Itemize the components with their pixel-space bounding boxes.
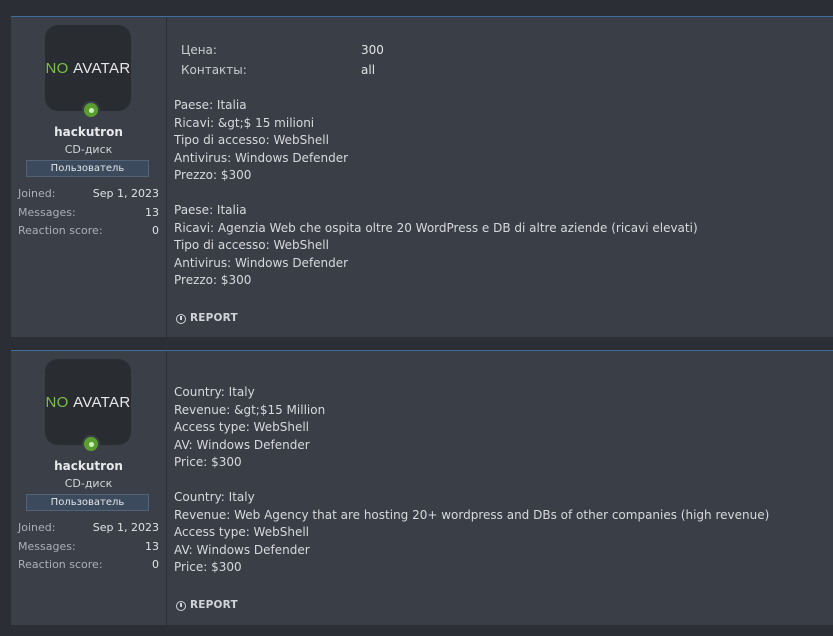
text-line: Access type: WebShell [174, 420, 309, 435]
stat-messages: Messages: 13 [18, 206, 159, 225]
post-1: NO AVATAR hackutron CD-диск Пользователь… [11, 16, 833, 337]
stat-label: Reaction score: [18, 558, 103, 571]
report-icon [176, 600, 186, 611]
field-price: Цена: 300 [181, 42, 384, 62]
user-stats: Joined: Sep 1, 2023 Messages: 13 Reactio… [18, 187, 159, 243]
text-line: Ricavi: &gt;$ 15 milioni [174, 115, 315, 130]
stat-label: Joined: [18, 187, 56, 200]
text-line: AV: Windows Defender [174, 437, 310, 452]
text-line: Country: Italy [174, 385, 255, 399]
stat-label: Reaction score: [18, 224, 103, 237]
text-line: Price: $300 [174, 455, 242, 470]
text-line: Prezzo: $300 [174, 273, 252, 288]
user-panel: NO AVATAR hackutron CD-диск Пользователь… [11, 17, 167, 337]
field-label: Цена: [181, 43, 217, 57]
field-contacts: Контакты: all [181, 62, 384, 82]
text-line: Prezzo: $300 [174, 168, 252, 183]
user-badge: Пользователь [26, 494, 149, 511]
text-line: Tipo di accesso: WebShell [174, 133, 329, 148]
stat-reaction-score: Reaction score: 0 [18, 224, 159, 243]
stat-reaction-score: Reaction score: 0 [18, 558, 159, 577]
report-icon [176, 313, 186, 324]
text-line: Price: $300 [174, 560, 242, 575]
online-status-icon [82, 435, 100, 453]
username[interactable]: hackutron [11, 125, 166, 139]
report-label: REPORT [190, 312, 238, 324]
stat-value: 13 [145, 205, 159, 219]
report-label: REPORT [190, 599, 238, 611]
post-text-block: Paese: Italia Ricavi: Agenzia Web che os… [174, 202, 698, 290]
text-line: Access type: WebShell [174, 525, 309, 540]
avatar[interactable]: NO AVATAR [45, 359, 131, 445]
text-line: Antivirus: Windows Defender [174, 150, 349, 165]
user-badge: Пользователь [26, 160, 149, 177]
user-title: CD-диск [64, 143, 113, 156]
stat-label: Messages: [18, 205, 76, 219]
post-text-block: Country: Italy Revenue: &gt;$15 Million … [174, 384, 325, 472]
report-button[interactable]: REPORT [176, 597, 238, 615]
user-panel: NO AVATAR hackutron CD-диск Пользователь… [11, 351, 167, 625]
text-line: Paese: Italia [174, 98, 247, 112]
avatar-avatar-text: AVATAR [73, 59, 131, 77]
stat-value: 13 [145, 539, 159, 553]
post-2: NO AVATAR hackutron CD-диск Пользователь… [11, 350, 833, 625]
field-value: 300 [361, 43, 384, 57]
text-line: AV: Windows Defender [174, 542, 310, 557]
text-line: Revenue: Web Agency that are hosting 20+… [174, 507, 770, 522]
field-value: all [361, 63, 376, 77]
stat-joined: Joined: Sep 1, 2023 [18, 187, 159, 206]
stat-value: 0 [152, 558, 159, 571]
post-text-block: Paese: Italia Ricavi: &gt;$ 15 milioni T… [174, 97, 348, 185]
stat-label: Messages: [18, 539, 76, 553]
text-line: Paese: Italia [174, 203, 247, 217]
stat-label: Joined: [18, 521, 56, 534]
field-label: Контакты: [181, 63, 247, 77]
text-line: Revenue: &gt;$15 Million [174, 402, 326, 417]
text-line: Tipo di accesso: WebShell [174, 238, 329, 253]
stat-value: Sep 1, 2023 [92, 187, 159, 200]
post-text-block: Country: Italy Revenue: Web Agency that … [174, 489, 769, 577]
stat-messages: Messages: 13 [18, 540, 159, 559]
stat-value: 0 [152, 224, 159, 237]
avatar-avatar-text: AVATAR [73, 393, 131, 411]
stat-value: Sep 1, 2023 [92, 521, 159, 534]
online-status-icon [82, 101, 100, 119]
text-line: Country: Italy [174, 490, 255, 504]
avatar-no-text: NO [45, 59, 69, 77]
user-stats: Joined: Sep 1, 2023 Messages: 13 Reactio… [18, 521, 159, 577]
text-line: Antivirus: Windows Defender [174, 255, 349, 270]
post-content: Цена: 300 Контакты: all Paese: Italia Ri… [167, 17, 833, 337]
username[interactable]: hackutron [11, 459, 166, 473]
user-title: CD-диск [64, 477, 113, 490]
avatar[interactable]: NO AVATAR [45, 25, 131, 111]
report-button[interactable]: REPORT [176, 310, 238, 328]
avatar-no-text: NO [45, 393, 69, 411]
custom-fields: Цена: 300 Контакты: all [181, 42, 384, 82]
text-line: Ricavi: Agenzia Web che ospita oltre 20 … [174, 220, 698, 235]
post-content: Country: Italy Revenue: &gt;$15 Million … [167, 351, 833, 625]
stat-joined: Joined: Sep 1, 2023 [18, 521, 159, 540]
